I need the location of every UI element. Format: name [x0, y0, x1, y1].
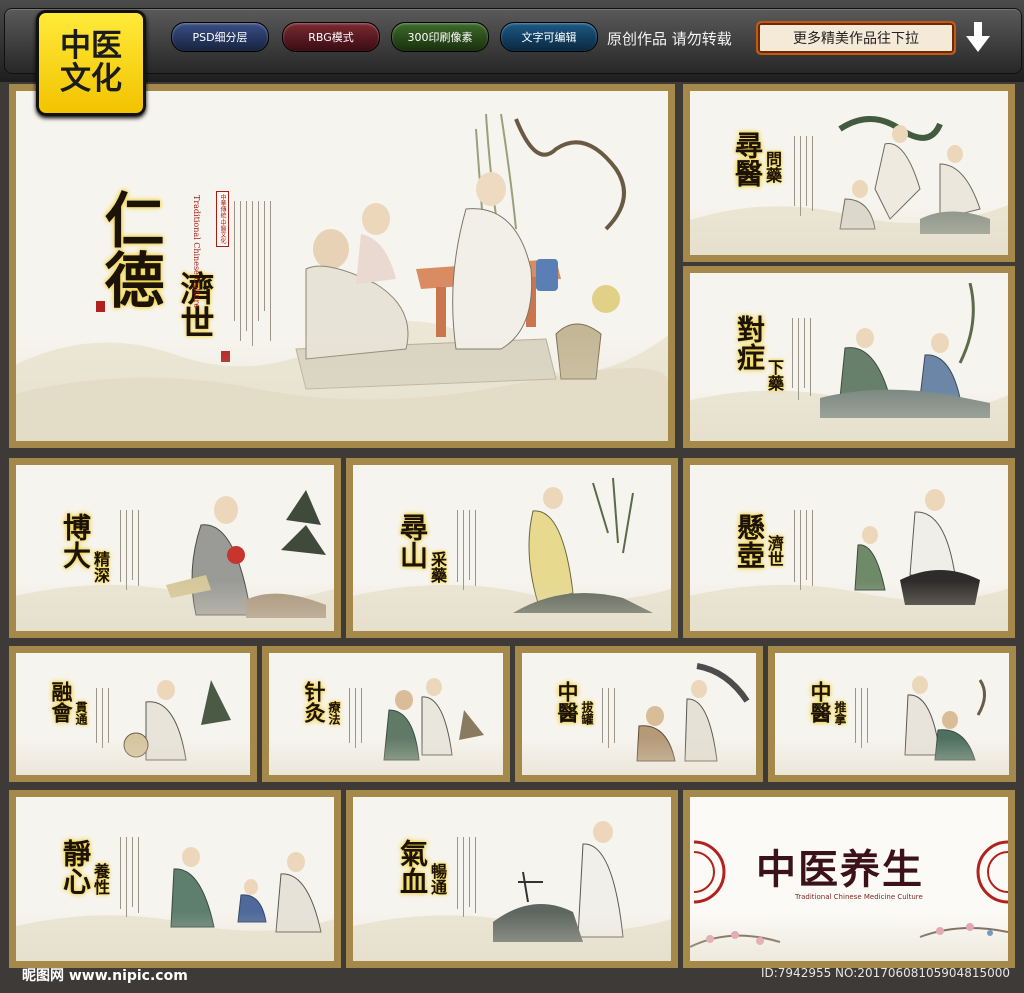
- poster-canvas: 靜心 養性: [16, 797, 334, 961]
- body-text-lines: [602, 688, 620, 748]
- poster-title: 仁德: [94, 189, 164, 309]
- poster-subtitle: 采藥: [428, 551, 447, 583]
- more-works-button[interactable]: 更多精美作品往下拉: [756, 21, 956, 55]
- image-id-text: ID:7942955 NO:20170608105904815000: [760, 966, 1010, 980]
- poster-title: 针灸: [302, 681, 327, 723]
- poster-canvas: 氣血 暢通: [353, 797, 671, 961]
- body-text-lines: [120, 837, 144, 917]
- meditating-sage-illustration: [493, 821, 624, 942]
- poster-title: 懸壺: [733, 513, 766, 569]
- poster-panel-cupping: 中醫 拔罐: [515, 646, 763, 782]
- blossom-branch-illustration: [690, 923, 1008, 948]
- poster-canvas: 中醫 推拿: [775, 653, 1009, 775]
- poster-panel-integrate: 融會 貫通: [9, 646, 257, 782]
- logo-line1: 中医: [60, 28, 122, 64]
- poster-subtitle: 暢通: [428, 863, 447, 895]
- cupping-therapy-illustration: [636, 663, 750, 762]
- poster-canvas: 博大 精深: [16, 465, 334, 631]
- poster-title: 氣血: [396, 839, 429, 895]
- scholar-with-fan-illustration: [123, 680, 231, 761]
- poster-panel-profound: 博大 精深: [9, 458, 341, 638]
- print-pixel-badge[interactable]: 300印刷像素: [391, 22, 489, 52]
- body-text-lines: [855, 688, 873, 748]
- poster-subtitle: 貫通: [74, 701, 88, 725]
- doctor-treating-patient-illustration: [295, 113, 626, 390]
- health-caption: Traditional Chinese Medicine Culture: [795, 893, 923, 901]
- heritage-label: 中華傳統·中醫文化: [216, 191, 229, 247]
- logo: 中医 文化: [36, 10, 146, 116]
- poster-subtitle: 療法: [327, 701, 341, 725]
- poster-panel-calm-mind: 靜心 養性: [9, 790, 341, 968]
- poster-title: 對症: [733, 315, 766, 371]
- poster-panel-massage: 中醫 推拿: [768, 646, 1016, 782]
- poster-canvas: 尋山 采藥: [353, 465, 671, 631]
- seal-icon: [221, 351, 230, 362]
- logo-line2: 文化: [60, 61, 122, 97]
- herb-gatherer-illustration: [513, 477, 653, 613]
- lattice-window-icon: [694, 840, 726, 904]
- body-text-lines: [794, 136, 818, 216]
- poster-title: 尋山: [396, 513, 429, 569]
- body-text-lines: [96, 688, 114, 748]
- poster-panel-prescribe: 對症 下藥: [683, 266, 1015, 448]
- poster-subtitle: 精深: [91, 551, 110, 583]
- poster-panel-gather-herbs: 尋山 采藥: [346, 458, 678, 638]
- poster-canvas: 仁德 濟世 中華傳統·中醫文化 Traditional Chinese Cult…: [16, 91, 668, 441]
- poster-canvas: 中医养生 Traditional Chinese Medicine Cultur…: [690, 797, 1008, 961]
- poster-title: 融會: [49, 681, 74, 723]
- poster-title: 中醫: [555, 681, 580, 723]
- original-notice: 原创作品 请勿转载: [607, 30, 732, 48]
- elders-with-child-illustration: [170, 847, 322, 933]
- body-text-lines: [794, 510, 818, 590]
- editable-text-badge[interactable]: 文字可编辑: [500, 22, 598, 52]
- poster-panel-main: 仁德 濟世 中華傳統·中醫文化 Traditional Chinese Cult…: [9, 84, 675, 448]
- poster-panel-acupuncture: 针灸 療法: [262, 646, 510, 782]
- poster-canvas: 中醫 拔罐: [522, 653, 756, 775]
- psd-layers-badge[interactable]: PSD细分层: [171, 22, 269, 52]
- lattice-window-icon: [976, 840, 1008, 904]
- poster-subtitle: 推拿: [833, 701, 847, 725]
- poster-title: 靜心: [59, 839, 92, 895]
- body-text-lines: [457, 837, 481, 917]
- body-text-lines: [120, 510, 144, 590]
- poster-canvas: 懸壺 濟世: [690, 465, 1008, 631]
- body-text-lines: [457, 510, 481, 590]
- poster-subtitle: 問藥: [763, 151, 782, 183]
- poster-panel-health-preservation: 中医养生 Traditional Chinese Medicine Cultur…: [683, 790, 1015, 968]
- poster-panel-seek-doctor: 尋醫 問藥: [683, 84, 1015, 262]
- elder-and-child-illustration: [820, 283, 990, 418]
- poster-canvas: 對症 下藥: [690, 273, 1008, 441]
- poster-canvas: 融會 貫通: [16, 653, 250, 775]
- massage-therapy-illustration: [904, 676, 986, 761]
- poster-subtitle: 濟世: [765, 535, 784, 567]
- poster-panel-hang-gourd: 懸壺 濟世: [683, 458, 1015, 638]
- english-caption: Traditional Chinese Culture: [192, 195, 201, 309]
- poster-subtitle: 養性: [91, 863, 110, 895]
- poster-canvas: 针灸 療法: [269, 653, 503, 775]
- poster-title: 中醫: [808, 681, 833, 723]
- poster-title: 尋醫: [731, 131, 764, 187]
- herbalist-scene-illustration: [838, 116, 990, 234]
- site-watermark: 昵图网 www.nipic.com: [22, 968, 188, 984]
- doctor-with-horse-illustration: [854, 489, 980, 605]
- seal-icon: [96, 301, 105, 312]
- down-arrow-icon[interactable]: [966, 22, 990, 52]
- body-text-lines: [792, 318, 816, 400]
- body-text-lines: [349, 688, 367, 748]
- body-text-lines: [234, 201, 276, 346]
- poster-subtitle: 拔罐: [580, 701, 594, 725]
- health-title: 中医养生: [756, 846, 924, 893]
- acupuncture-treatment-illustration: [383, 678, 484, 761]
- poster-subtitle: 下藥: [765, 359, 784, 391]
- poster-title: 博大: [59, 513, 92, 569]
- top-toolbar: PSD细分层 RBG模式 300印刷像素 文字可编辑 原创作品 请勿转载 更多精…: [0, 0, 1024, 82]
- poster-panel-qi-blood: 氣血 暢通: [346, 790, 678, 968]
- poster-canvas: 尋醫 問藥: [690, 91, 1008, 255]
- scholar-reading-illustration: [166, 490, 326, 618]
- rgb-mode-badge[interactable]: RBG模式: [282, 22, 380, 52]
